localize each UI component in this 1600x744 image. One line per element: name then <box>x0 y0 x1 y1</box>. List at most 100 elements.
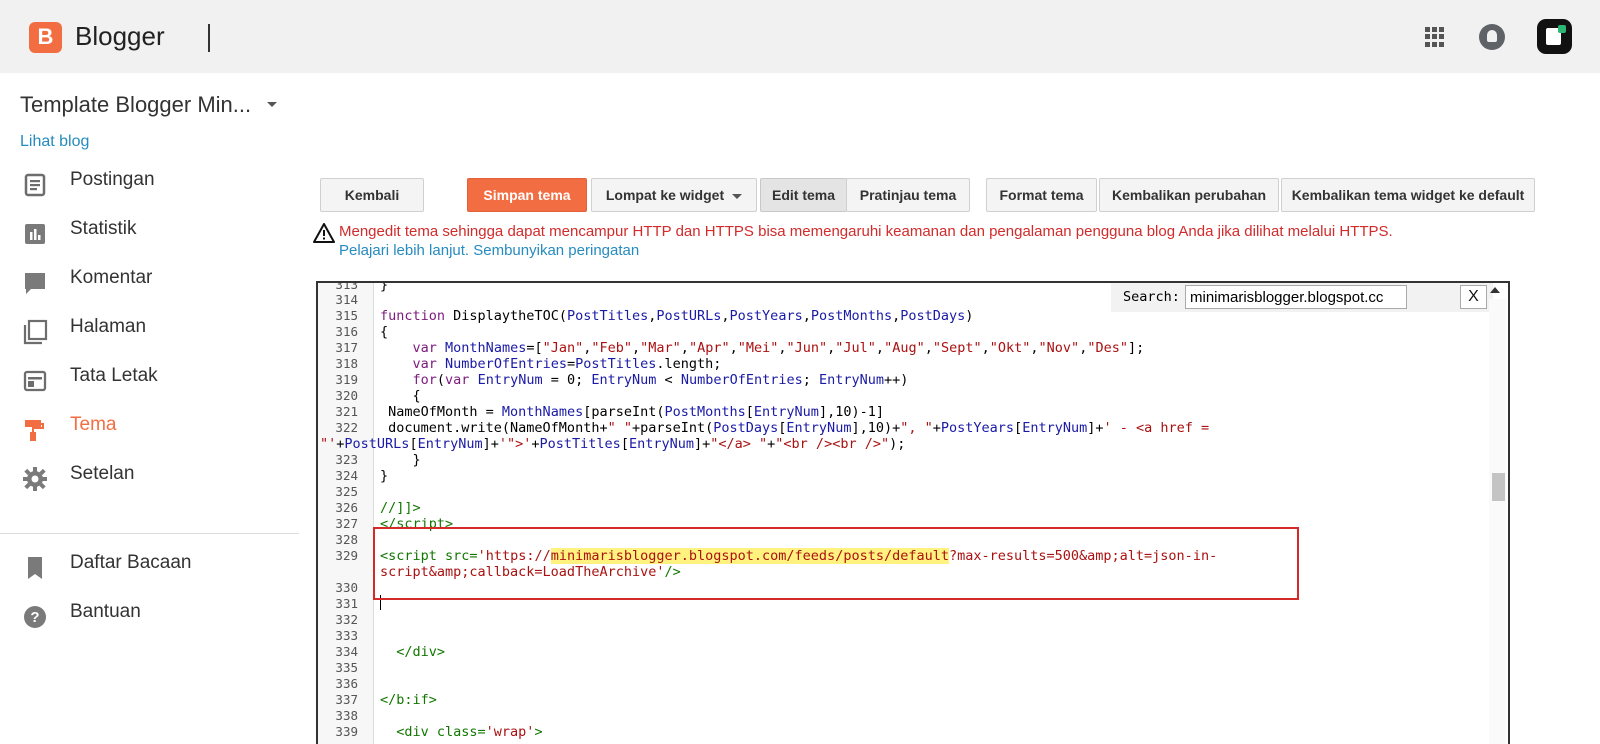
line-number: 325 <box>335 484 358 499</box>
line-number: 316 <box>335 324 358 339</box>
line-number: 318 <box>335 356 358 371</box>
blog-title[interactable]: Template Blogger Min... <box>20 92 251 118</box>
sidebar-item-label: Halaman <box>70 316 147 337</box>
save-theme-button[interactable]: Simpan tema <box>467 178 587 212</box>
line-number: 334 <box>335 644 358 659</box>
line-number: 317 <box>335 340 358 355</box>
logo-letter: B <box>37 24 54 49</box>
hide-warning-link[interactable]: Sembunyikan peringatan <box>473 242 639 259</box>
sidebar-item-settings[interactable]: Setelan <box>0 459 300 499</box>
learn-more-link[interactable]: Pelajari lebih lanjut. <box>339 242 469 259</box>
preview-theme-button[interactable]: Pratinjau tema <box>846 178 970 212</box>
warning-message: Mengedit tema sehingga dapat mencampur H… <box>339 223 1393 240</box>
line-number: 330 <box>335 580 358 595</box>
code-line: var MonthNames=["Jan","Feb","Mar","Apr",… <box>412 340 1145 356</box>
jump-to-widget-label: Lompat ke widget <box>605 187 725 203</box>
svg-text:?: ? <box>30 609 39 626</box>
stats-icon <box>25 224 45 244</box>
theme-icon <box>25 420 44 441</box>
account-icon[interactable] <box>1537 19 1572 54</box>
line-number: 339 <box>335 724 358 739</box>
line-number: 313 <box>335 281 358 292</box>
sidebar-item-label: Tema <box>70 414 117 435</box>
code-line: } <box>380 468 389 484</box>
sidebar-item-label: Daftar Bacaan <box>70 552 192 573</box>
code-line: <div class='wrap'> <box>396 724 543 740</box>
code-line: </div> <box>396 644 446 660</box>
chevron-down-icon <box>732 193 743 199</box>
app-name[interactable]: Blogger <box>75 21 165 52</box>
code-line: } <box>380 281 389 293</box>
code-line: </b:if> <box>380 692 437 708</box>
line-number: 338 <box>335 708 358 723</box>
line-number: 337 <box>335 692 358 707</box>
help-icon: ? <box>24 606 46 628</box>
line-number-gutter: 313 314 315 316 317 318 319 320 321 322 … <box>318 283 374 744</box>
sidebar-item-label: Postingan <box>70 169 155 190</box>
edit-theme-button[interactable]: Edit tema <box>760 178 847 212</box>
line-number: 326 <box>335 500 358 515</box>
code-line: } <box>380 452 421 468</box>
code-editor[interactable]: 313 314 315 316 317 318 319 320 321 322 … <box>316 281 1510 744</box>
bookmark-icon <box>28 557 42 579</box>
view-blog-link[interactable]: Lihat blog <box>20 133 89 151</box>
line-number: 320 <box>335 388 358 403</box>
highlight-box <box>373 527 1299 600</box>
sidebar-item-posts[interactable]: Postingan <box>0 165 300 205</box>
revert-changes-button[interactable]: Kembalikan perubahan <box>1099 178 1279 212</box>
line-number: 335 <box>335 660 358 675</box>
line-number: 333 <box>335 628 358 643</box>
line-number: 329 <box>335 548 358 563</box>
close-search-button[interactable]: X <box>1460 285 1487 309</box>
format-theme-button[interactable]: Format tema <box>986 178 1097 212</box>
comments-icon <box>25 273 45 294</box>
code-line: //]]> <box>380 500 421 516</box>
line-number: 324 <box>335 468 358 483</box>
warning-links: Pelajari lebih lanjut. Sembunyikan perin… <box>339 242 639 259</box>
scroll-up-icon[interactable] <box>1490 287 1500 293</box>
sidebar-item-pages[interactable]: Halaman <box>0 312 300 352</box>
settings-icon <box>23 467 47 491</box>
sidebar-item-label: Tata Letak <box>70 365 158 386</box>
sidebar-item-stats[interactable]: Statistik <box>0 214 300 254</box>
code-line: { <box>380 388 421 404</box>
revert-widgets-default-button[interactable]: Kembalikan tema widget ke default <box>1281 178 1535 212</box>
line-number: 327 <box>335 516 358 531</box>
sidebar-item-label: Setelan <box>70 463 135 484</box>
search-label: Search: <box>1123 289 1180 305</box>
top-bar: B Blogger <box>0 0 1600 73</box>
line-number: 322 <box>335 420 358 435</box>
apps-icon[interactable] <box>1423 25 1447 49</box>
search-bar: Search: X <box>1111 283 1493 312</box>
sidebar-item-reading-list[interactable]: Daftar Bacaan <box>0 548 300 588</box>
code-line: { <box>380 324 389 340</box>
line-number: 315 <box>335 308 358 323</box>
line-number: 319 <box>335 372 358 387</box>
warning-icon <box>313 223 335 243</box>
sidebar-divider <box>0 533 299 534</box>
line-number: 321 <box>335 404 358 419</box>
line-number: 323 <box>335 452 358 467</box>
sidebar-item-theme[interactable]: Tema <box>0 410 300 450</box>
code-line: NameOfMonth = MonthNames[parseInt(PostMo… <box>380 404 884 420</box>
sidebar-item-label: Komentar <box>70 267 153 288</box>
back-button[interactable]: Kembali <box>320 178 424 212</box>
posts-icon <box>24 173 46 197</box>
layout-icon <box>23 370 47 392</box>
line-number: 331 <box>335 596 358 611</box>
code-line: function DisplaytheTOC(PostTitles,PostUR… <box>380 308 974 324</box>
chevron-down-icon[interactable] <box>267 102 277 107</box>
line-number: 314 <box>335 292 358 307</box>
blogger-logo-icon[interactable]: B <box>29 22 62 53</box>
notifications-icon[interactable] <box>1479 24 1505 50</box>
search-input[interactable] <box>1185 285 1407 309</box>
line-number: 328 <box>335 532 358 547</box>
scrollbar-thumb[interactable] <box>1492 473 1505 501</box>
jump-to-widget-dropdown[interactable]: Lompat ke widget <box>591 178 757 212</box>
sidebar-item-help[interactable]: ? Bantuan <box>0 597 300 637</box>
sidebar-item-comments[interactable]: Komentar <box>0 263 300 303</box>
sidebar-item-layout[interactable]: Tata Letak <box>0 361 300 401</box>
code-line: "'+PostURLs[EntryNum]+'">'+PostTitles[En… <box>320 436 906 452</box>
sidebar-item-label: Statistik <box>70 218 137 239</box>
scrollbar[interactable] <box>1489 299 1506 744</box>
